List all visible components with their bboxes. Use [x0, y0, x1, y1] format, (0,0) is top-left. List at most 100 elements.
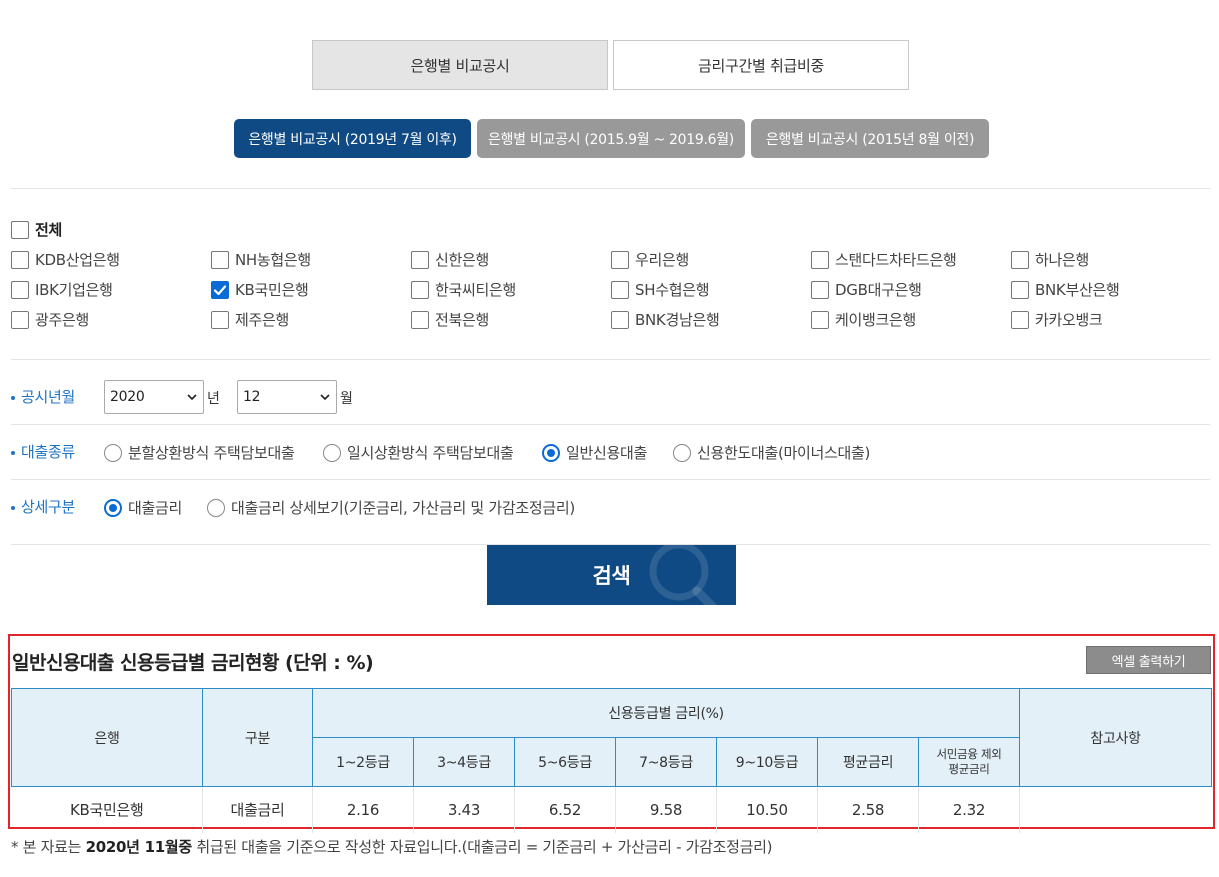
search-button[interactable]: 검색 — [487, 545, 736, 605]
header-grade: 7~8등급 — [615, 737, 717, 787]
checkbox-box[interactable] — [411, 250, 429, 269]
header-grade-excl-low-income: 서민금융 제외 평균금리 — [917, 737, 1021, 787]
checkbox-bank[interactable]: 케이뱅크은행 — [811, 309, 916, 330]
checkbox-bank[interactable]: IBK기업은행 — [11, 279, 113, 300]
header-bank: 은행 — [11, 688, 203, 787]
checkbox-label: SH수협은행 — [635, 281, 710, 299]
checkbox-label: 카카오뱅크 — [1035, 311, 1103, 329]
radio-loan-type-installment-mortgage[interactable]: 분할상환방식 주택담보대출 — [104, 442, 295, 463]
subtab-label: 은행별 비교공시 (2019년 7월 이후) — [248, 131, 457, 148]
tab-bank-comparison[interactable]: 은행별 비교공시 — [312, 40, 608, 90]
radio-loan-type-general-credit[interactable]: 일반신용대출 — [542, 442, 647, 463]
table-row: KB국민은행 대출금리 2.16 3.43 6.52 9.58 10.50 2.… — [11, 786, 1212, 833]
footnote: * 본 자료는 2020년 11월중 취급된 대출을 기준으로 작성한 자료입니… — [11, 838, 773, 856]
header-grade: 5~6등급 — [514, 737, 616, 787]
checkbox-box[interactable] — [211, 280, 229, 299]
checkbox-box[interactable] — [1011, 280, 1029, 299]
radio-circle[interactable] — [323, 443, 341, 462]
checkbox-bank[interactable]: DGB대구은행 — [811, 279, 922, 300]
radio-circle[interactable] — [104, 443, 122, 462]
checkbox-box[interactable] — [811, 280, 829, 299]
checkbox-box[interactable] — [411, 280, 429, 299]
checkbox-bank[interactable]: 전북은행 — [411, 309, 489, 330]
subtab-2015-09-to-2019-06[interactable]: 은행별 비교공시 (2015.9월 ~ 2019.6월) — [477, 119, 745, 158]
tab-label: 금리구간별 취급비중 — [698, 56, 824, 75]
checkbox-box[interactable] — [811, 250, 829, 269]
checkbox-box[interactable] — [11, 310, 29, 329]
radio-label: 대출금리 — [128, 499, 183, 517]
checkbox-label: 전북은행 — [435, 311, 490, 329]
checkbox-bank[interactable]: 제주은행 — [211, 309, 289, 330]
cell-type: 대출금리 — [202, 786, 313, 833]
cell-rate: 10.50 — [716, 786, 818, 833]
checkbox-bank[interactable]: SH수협은행 — [611, 279, 710, 300]
header-grade: 3~4등급 — [413, 737, 515, 787]
checkbox-box[interactable] — [611, 280, 629, 299]
checkbox-bank[interactable]: 하나은행 — [1011, 249, 1089, 270]
checkbox-box[interactable] — [211, 310, 229, 329]
checkbox-label: 제주은행 — [235, 311, 290, 329]
subtab-before-2015-08[interactable]: 은행별 비교공시 (2015년 8월 이전) — [751, 119, 989, 158]
checkbox-label: KDB산업은행 — [35, 251, 120, 269]
tab-label: 은행별 비교공시 — [410, 56, 510, 75]
checkbox-box[interactable] — [611, 250, 629, 269]
checkbox-label: 광주은행 — [35, 311, 90, 329]
checkbox-bank[interactable]: 카카오뱅크 — [1011, 309, 1103, 330]
excel-export-button[interactable]: 엑셀 출력하기 — [1086, 646, 1211, 674]
radio-loan-type-credit-line[interactable]: 신용한도대출(마이너스대출) — [673, 442, 870, 463]
header-note: 참고사항 — [1019, 688, 1213, 787]
checkbox-box[interactable] — [811, 310, 829, 329]
checkbox-label: 한국씨티은행 — [435, 281, 517, 299]
radio-loan-type-bullet-mortgage[interactable]: 일시상환방식 주택담보대출 — [323, 442, 514, 463]
checkbox-bank[interactable]: KB국민은행 — [211, 279, 309, 300]
checkbox-bank[interactable]: 우리은행 — [611, 249, 689, 270]
radio-circle[interactable] — [673, 443, 691, 462]
checkbox-label: 스탠다드차타드은행 — [835, 251, 957, 269]
checkbox-box[interactable] — [11, 280, 29, 299]
checkbox-box[interactable] — [411, 310, 429, 329]
radio-detail-loan-rate[interactable]: 대출금리 — [104, 497, 182, 518]
cell-rate: 2.16 — [312, 786, 414, 833]
month-unit: 월 — [340, 391, 353, 407]
year-select[interactable]: 2020 — [104, 380, 204, 414]
radio-circle[interactable] — [104, 498, 122, 517]
subtab-after-2019-07[interactable]: 은행별 비교공시 (2019년 7월 이후) — [234, 119, 471, 158]
magnifier-icon — [649, 545, 718, 605]
checkbox-bank[interactable]: 광주은행 — [11, 309, 89, 330]
year-value: 2020 — [110, 389, 145, 405]
checkbox-bank[interactable]: 신한은행 — [411, 249, 489, 270]
subtab-label: 은행별 비교공시 (2015.9월 ~ 2019.6월) — [488, 131, 734, 148]
month-select[interactable]: 12 — [237, 380, 337, 414]
radio-label: 일시상환방식 주택담보대출 — [347, 444, 514, 462]
radio-detail-rate-breakdown[interactable]: 대출금리 상세보기(기준금리, 가산금리 및 가감조정금리) — [207, 497, 575, 518]
cell-rate: 2.32 — [918, 786, 1021, 833]
header-grade: 9~10등급 — [716, 737, 818, 787]
checkbox-box[interactable] — [611, 310, 629, 329]
checkbox-bank[interactable]: NH농협은행 — [211, 249, 311, 270]
checkbox-bank[interactable]: 한국씨티은행 — [411, 279, 516, 300]
cell-bank: KB국민은행 — [11, 786, 203, 833]
radio-label: 일반신용대출 — [566, 444, 648, 462]
checkbox-label: BNK부산은행 — [1035, 281, 1120, 299]
check-icon — [213, 284, 227, 295]
period-label: 공시년월 — [11, 386, 75, 407]
checkbox-bank[interactable]: BNK부산은행 — [1011, 279, 1120, 300]
radio-circle[interactable] — [542, 443, 560, 462]
checkbox-box[interactable] — [211, 250, 229, 269]
checkbox-label: 전체 — [35, 221, 63, 239]
checkbox-box[interactable] — [11, 250, 29, 269]
checkbox-bank[interactable]: BNK경남은행 — [611, 309, 720, 330]
tab-rate-range-share[interactable]: 금리구간별 취급비중 — [613, 40, 909, 90]
divider — [11, 188, 1210, 189]
checkbox-bank[interactable]: KDB산업은행 — [11, 249, 120, 270]
checkbox-box[interactable] — [1011, 250, 1029, 269]
radio-circle[interactable] — [207, 498, 225, 517]
subtab-label: 은행별 비교공시 (2015년 8월 이전) — [765, 131, 975, 148]
checkbox-all[interactable]: 전체 — [11, 219, 62, 240]
divider — [11, 424, 1210, 425]
checkbox-bank[interactable]: 스탠다드차타드은행 — [811, 249, 957, 270]
checkbox-box[interactable] — [1011, 310, 1029, 329]
checkbox-box[interactable] — [11, 220, 29, 239]
result-title: 일반신용대출 신용등급별 금리현황 (단위 : %) — [12, 652, 374, 674]
excel-export-label: 엑셀 출력하기 — [1111, 654, 1186, 670]
